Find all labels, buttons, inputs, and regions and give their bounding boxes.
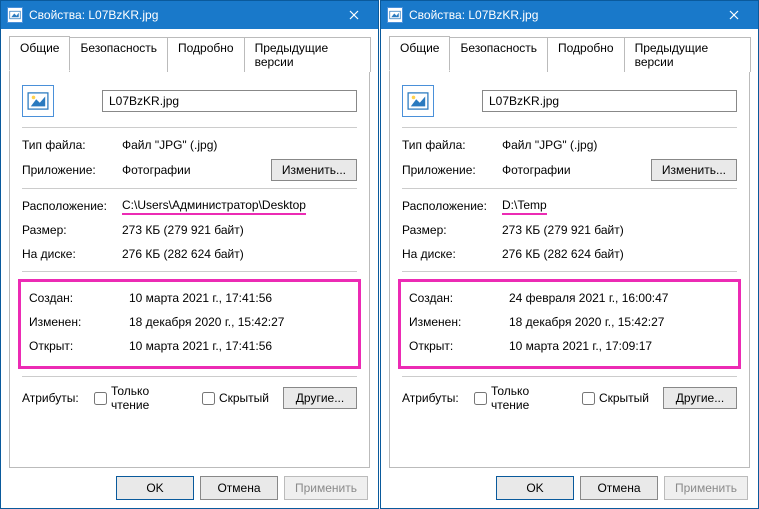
tab-panel: Тип файла: Файл "JPG" (.jpg) Приложение:… [9,70,370,468]
size-value: 273 КБ (279 921 байт) [122,223,357,237]
readonly-checkbox[interactable]: Только чтение [94,384,188,412]
cancel-button[interactable]: Отмена [200,476,278,500]
size-label: Размер: [402,223,502,237]
timestamps-highlight: Создан: 24 февраля 2021 г., 16:00:47 Изм… [398,279,741,369]
properties-dialog-right: Свойства: L07BzKR.jpg Общие Безопасность… [380,0,759,509]
tab-strip: Общие Безопасность Подробно Предыдущие в… [389,35,750,70]
separator [22,376,357,377]
app-icon [7,7,23,23]
location-label: Расположение: [402,199,502,213]
separator [22,271,357,272]
readonly-checkbox-label: Только чтение [491,384,568,412]
separator [402,376,737,377]
hidden-checkbox-input[interactable] [582,392,595,405]
titlebar[interactable]: Свойства: L07BzKR.jpg [381,1,758,29]
titlebar[interactable]: Свойства: L07BzKR.jpg [1,1,378,29]
application-label: Приложение: [22,163,122,177]
dialog-buttons: OK Отмена Применить [389,468,750,500]
tab-previous-versions[interactable]: Предыдущие версии [244,37,371,72]
file-type-icon [22,85,54,117]
ok-button[interactable]: OK [496,476,574,500]
window-title: Свойства: L07BzKR.jpg [409,8,712,22]
apply-button[interactable]: Применить [284,476,368,500]
filename-input[interactable] [482,90,737,112]
cancel-button[interactable]: Отмена [580,476,658,500]
location-value: D:\Temp [502,198,737,215]
change-app-button[interactable]: Изменить... [271,159,357,181]
tab-details[interactable]: Подробно [167,37,245,72]
filename-input[interactable] [102,90,357,112]
tab-security[interactable]: Безопасность [449,37,548,72]
timestamps-highlight: Создан: 10 марта 2021 г., 17:41:56 Измен… [18,279,361,369]
window-title: Свойства: L07BzKR.jpg [29,8,332,22]
close-button[interactable] [332,1,376,29]
change-app-button[interactable]: Изменить... [651,159,737,181]
hidden-checkbox-label: Скрытый [219,391,269,405]
file-type-value: Файл "JPG" (.jpg) [122,138,357,152]
modified-value: 18 декабря 2020 г., 15:42:27 [509,315,730,329]
tab-security[interactable]: Безопасность [69,37,168,72]
attributes-label: Атрибуты: [402,391,474,405]
dialog-buttons: OK Отмена Применить [9,468,370,500]
size-on-disk-label: На диске: [402,247,502,261]
hidden-checkbox[interactable]: Скрытый [582,391,649,405]
readonly-checkbox-label: Только чтение [111,384,188,412]
created-value: 24 февраля 2021 г., 16:00:47 [509,291,730,305]
created-label: Создан: [409,291,509,305]
tab-previous-versions[interactable]: Предыдущие версии [624,37,751,72]
size-value: 273 КБ (279 921 байт) [502,223,737,237]
location-label: Расположение: [22,199,122,213]
accessed-value: 10 марта 2021 г., 17:41:56 [129,339,350,353]
size-label: Размер: [22,223,122,237]
close-button[interactable] [712,1,756,29]
readonly-checkbox-input[interactable] [94,392,107,405]
client-area: Общие Безопасность Подробно Предыдущие в… [1,29,378,508]
separator [402,127,737,128]
modified-value: 18 декабря 2020 г., 15:42:27 [129,315,350,329]
advanced-button[interactable]: Другие... [283,387,357,409]
tab-general[interactable]: Общие [389,36,450,71]
separator [22,127,357,128]
readonly-checkbox-input[interactable] [474,392,487,405]
tab-details[interactable]: Подробно [547,37,625,72]
ok-button[interactable]: OK [116,476,194,500]
file-type-value: Файл "JPG" (.jpg) [502,138,737,152]
application-label: Приложение: [402,163,502,177]
separator [402,271,737,272]
created-value: 10 марта 2021 г., 17:41:56 [129,291,350,305]
hidden-checkbox[interactable]: Скрытый [202,391,269,405]
file-type-icon [402,85,434,117]
modified-label: Изменен: [29,315,129,329]
attributes-label: Атрибуты: [22,391,94,405]
accessed-label: Открыт: [29,339,129,353]
modified-label: Изменен: [409,315,509,329]
tab-panel: Тип файла: Файл "JPG" (.jpg) Приложение:… [389,70,750,468]
accessed-value: 10 марта 2021 г., 17:09:17 [509,339,730,353]
created-label: Создан: [29,291,129,305]
app-icon [387,7,403,23]
advanced-button[interactable]: Другие... [663,387,737,409]
size-on-disk-value: 276 КБ (282 624 байт) [122,247,357,261]
location-highlight: D:\Temp [502,198,547,215]
properties-dialog-left: Свойства: L07BzKR.jpg Общие Безопасность… [0,0,379,509]
readonly-checkbox[interactable]: Только чтение [474,384,568,412]
hidden-checkbox-label: Скрытый [599,391,649,405]
tab-general[interactable]: Общие [9,36,70,71]
separator [22,188,357,189]
accessed-label: Открыт: [409,339,509,353]
location-value: C:\Users\Администратор\Desktop [122,198,357,215]
file-type-label: Тип файла: [402,138,502,152]
file-type-label: Тип файла: [22,138,122,152]
location-highlight: C:\Users\Администратор\Desktop [122,198,306,215]
hidden-checkbox-input[interactable] [202,392,215,405]
separator [402,188,737,189]
size-on-disk-value: 276 КБ (282 624 байт) [502,247,737,261]
application-value: Фотографии [122,163,271,177]
tab-strip: Общие Безопасность Подробно Предыдущие в… [9,35,370,70]
application-value: Фотографии [502,163,651,177]
size-on-disk-label: На диске: [22,247,122,261]
apply-button[interactable]: Применить [664,476,748,500]
client-area: Общие Безопасность Подробно Предыдущие в… [381,29,758,508]
